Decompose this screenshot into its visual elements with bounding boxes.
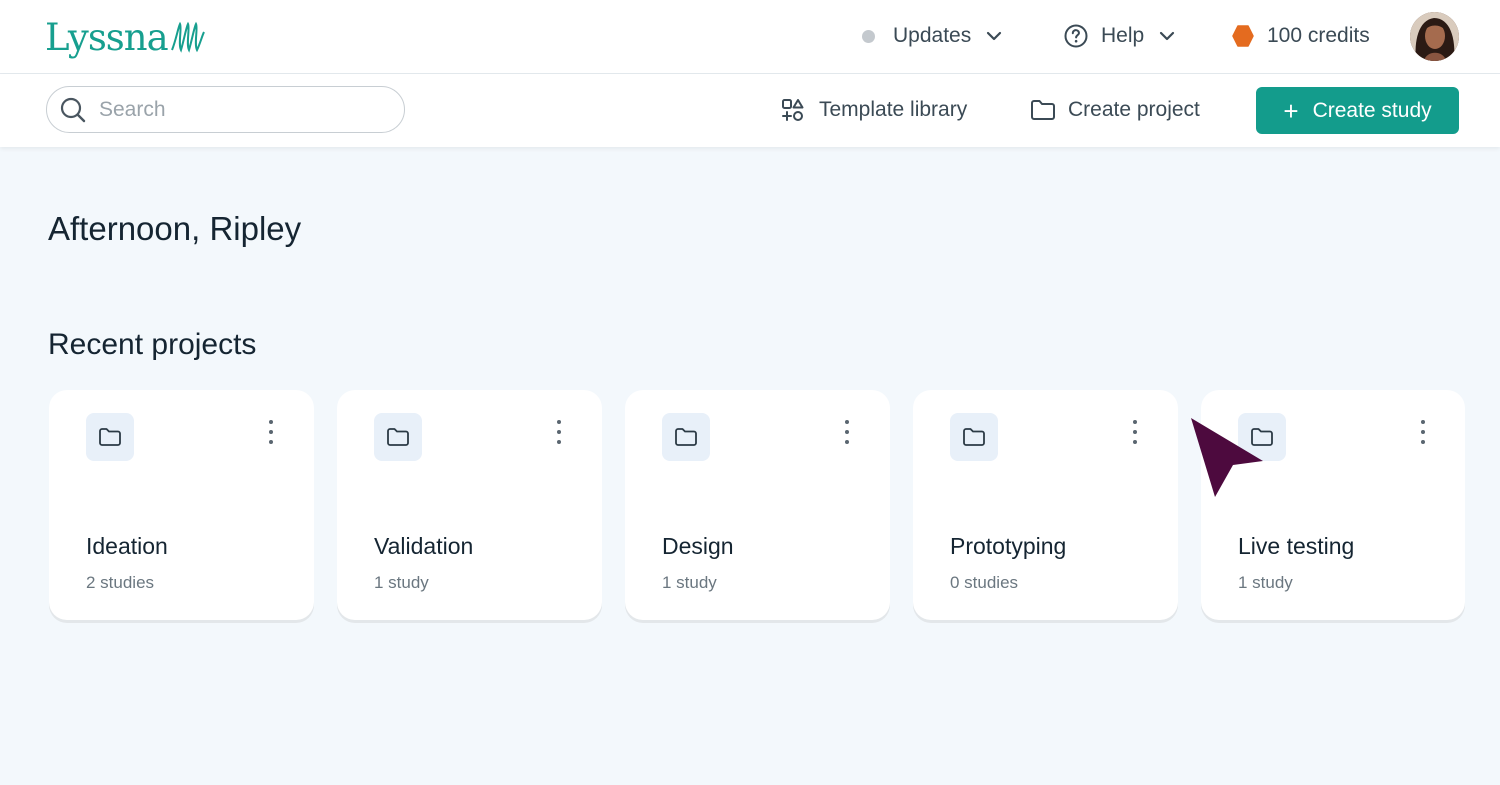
- project-name: Prototyping: [950, 533, 1067, 559]
- template-icon: [782, 99, 804, 121]
- create-study-button[interactable]: + Create study: [1256, 87, 1459, 134]
- project-card-ideation[interactable]: Ideation 2 studies: [49, 390, 314, 620]
- project-name: Live testing: [1238, 533, 1355, 559]
- folder-icon: [963, 428, 985, 446]
- kebab-menu-icon[interactable]: [1415, 420, 1431, 444]
- logo-text: Lyssna: [45, 15, 169, 59]
- project-card-design[interactable]: Design 1 study: [625, 390, 890, 620]
- kebab-menu-icon[interactable]: [1127, 420, 1143, 444]
- project-name: Validation: [374, 533, 474, 559]
- chevron-down-icon: [987, 31, 1002, 41]
- help-circle-icon: [1064, 24, 1088, 48]
- project-study-count: 1 study: [374, 573, 429, 592]
- template-library-label: Template library: [819, 98, 968, 121]
- project-card-validation[interactable]: Validation 1 study: [337, 390, 602, 620]
- help-label: Help: [1101, 24, 1145, 47]
- chevron-down-icon: [1160, 31, 1175, 41]
- create-study-label: Create study: [1312, 98, 1432, 122]
- project-study-count: 2 studies: [86, 573, 155, 592]
- user-avatar[interactable]: [1410, 12, 1459, 61]
- folder-icon: [387, 428, 409, 446]
- credits-indicator[interactable]: 100 credits: [1231, 20, 1370, 52]
- greeting-heading: Afternoon, Ripley: [48, 210, 302, 247]
- lyssna-logo[interactable]: Lyssna: [45, 12, 206, 62]
- credits-label: 100 credits: [1267, 24, 1370, 47]
- mouse-cursor-icon: [1191, 418, 1263, 497]
- kebab-menu-icon[interactable]: [839, 420, 855, 444]
- avatar-image: [1410, 12, 1459, 61]
- toolbar: Template library Create project + Create…: [0, 74, 1500, 147]
- project-folder-badge: [662, 413, 710, 461]
- search-icon: [59, 96, 87, 124]
- create-project-button[interactable]: Create project: [1030, 94, 1200, 126]
- project-study-count: 1 study: [1238, 573, 1293, 592]
- project-name: Design: [662, 533, 734, 559]
- credits-hexagon-icon: [1232, 25, 1254, 47]
- plus-icon: +: [1283, 95, 1299, 126]
- folder-icon: [99, 428, 121, 446]
- project-study-count: 0 studies: [950, 573, 1019, 592]
- folder-icon: [675, 428, 697, 446]
- top-bar: Lyssna Updates Help 100 credits: [0, 0, 1500, 74]
- help-menu[interactable]: Help: [1063, 20, 1176, 52]
- create-project-label: Create project: [1068, 98, 1200, 121]
- recent-projects-heading: Recent projects: [48, 328, 257, 361]
- search-input[interactable]: [97, 96, 391, 123]
- project-folder-badge: [950, 413, 998, 461]
- updates-menu[interactable]: Updates: [862, 20, 1003, 52]
- search-box[interactable]: [46, 86, 405, 133]
- project-folder-badge: [86, 413, 134, 461]
- project-name: Ideation: [86, 533, 168, 559]
- project-card-prototyping[interactable]: Prototyping 0 studies: [913, 390, 1178, 620]
- template-library-button[interactable]: Template library: [781, 94, 967, 126]
- updates-label: Updates: [893, 24, 972, 47]
- folder-icon: [1031, 100, 1055, 120]
- updates-status-dot: [862, 29, 875, 43]
- kebab-menu-icon[interactable]: [551, 420, 567, 444]
- project-study-count: 1 study: [662, 573, 717, 592]
- project-folder-badge: [374, 413, 422, 461]
- kebab-menu-icon[interactable]: [263, 420, 279, 444]
- logo-squiggle-icon: [170, 21, 205, 53]
